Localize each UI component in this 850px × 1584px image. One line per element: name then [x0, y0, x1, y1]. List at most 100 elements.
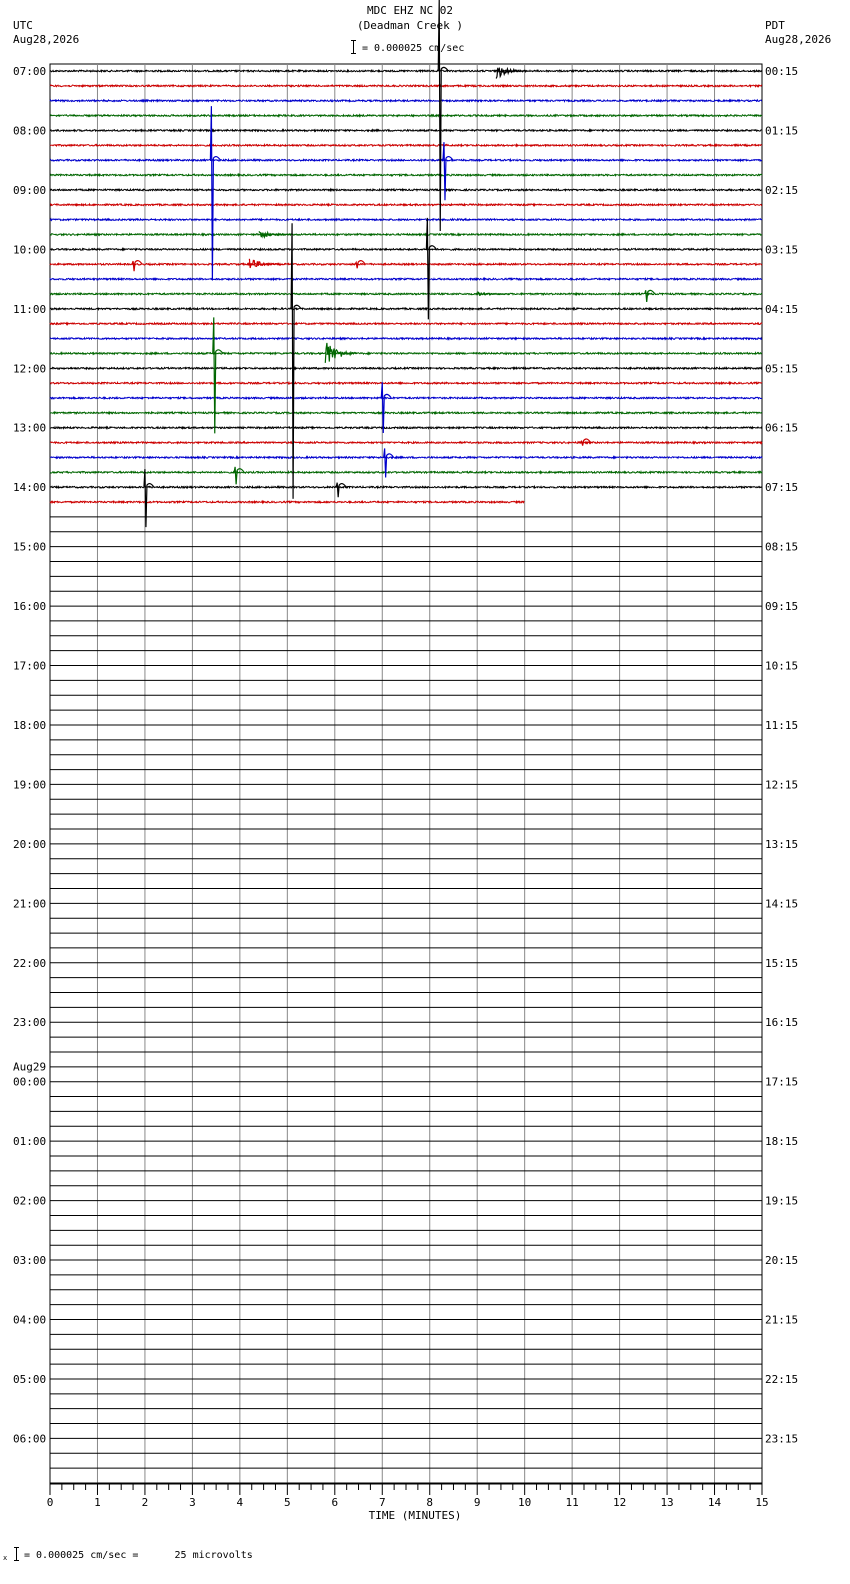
event-spike — [425, 217, 437, 320]
trace-line — [49, 113, 763, 118]
pdt-hour-label: 10:15 — [765, 660, 798, 673]
trace-line — [49, 395, 763, 401]
event-quake — [248, 258, 282, 269]
x-tick-label: 13 — [660, 1496, 673, 1509]
trace-line — [49, 217, 763, 222]
calibration-text: = 0.000025 cm/sec = 25 microvolts — [24, 1550, 253, 1561]
pdt-hour-label: 05:15 — [765, 362, 798, 375]
utc-hour-label: 06:00 — [13, 1432, 46, 1445]
trace-line — [49, 410, 763, 416]
utc-hour-label: 15:00 — [13, 541, 46, 554]
pdt-hour-label: 14:15 — [765, 897, 798, 910]
pdt-hour-label: 17:15 — [765, 1076, 798, 1089]
trace-line — [49, 380, 763, 386]
pdt-hour-label: 20:15 — [765, 1254, 798, 1267]
utc-hour-label: 03:00 — [13, 1254, 46, 1267]
x-tick-label: 4 — [237, 1496, 244, 1509]
x-tick-label: 6 — [331, 1496, 338, 1509]
x-tick-label: 3 — [189, 1496, 196, 1509]
utc-hour-label: 18:00 — [13, 719, 46, 732]
trace-line — [49, 455, 763, 460]
utc-hour-label: 13:00 — [13, 422, 46, 435]
event-spike — [442, 142, 454, 201]
trace-line — [49, 306, 763, 312]
pdt-hour-label: 15:15 — [765, 957, 798, 970]
utc-hour-label: 14:00 — [13, 481, 46, 494]
pdt-hour-label: 07:15 — [765, 481, 798, 494]
axis-labels: 07:00 08:00 09:00 10:00 11:00 12:00 13:00 14:00… — [13, 65, 798, 1509]
pdt-hour-label: 11:15 — [765, 719, 798, 732]
pdt-hour-label: 21:15 — [765, 1314, 798, 1327]
pdt-hour-label: 06:15 — [765, 422, 798, 435]
utc-hour-label: 09:00 — [13, 184, 46, 197]
x-tick-label: 11 — [566, 1496, 579, 1509]
event-spike — [143, 469, 155, 528]
pdt-hour-label: 03:15 — [765, 243, 798, 256]
utc-hour-label: 07:00 — [13, 65, 46, 78]
event-spike — [131, 260, 143, 272]
plot-frame — [49, 63, 763, 1485]
utc-hour-label: 08:00 — [13, 124, 46, 137]
pdt-hour-label: 12:15 — [765, 778, 798, 791]
utc-hour-label: 21:00 — [13, 897, 46, 910]
trace-line — [49, 321, 763, 327]
svg-text:x: x — [3, 1554, 7, 1561]
trace-line — [49, 351, 763, 356]
x-tick-label: 7 — [379, 1496, 386, 1509]
x-tick-label: 9 — [474, 1496, 481, 1509]
trace-line — [49, 469, 763, 475]
trace-line — [49, 128, 763, 133]
trace-line — [49, 291, 763, 297]
traces — [49, 0, 763, 528]
x-tick-label: 0 — [47, 1496, 54, 1509]
utc-hour-label: 01:00 — [13, 1135, 46, 1148]
trace-line — [49, 365, 763, 371]
x-tick-label: 2 — [142, 1496, 149, 1509]
utc-hour-label: 05:00 — [13, 1373, 46, 1386]
trace-line — [49, 440, 763, 445]
x-tick-label: 1 — [94, 1496, 101, 1509]
utc-hour-label: 19:00 — [13, 778, 46, 791]
pdt-hour-label: 22:15 — [765, 1373, 798, 1386]
event-spike — [644, 289, 656, 303]
event-spike — [209, 106, 221, 281]
x-axis-label: TIME (MINUTES) — [368, 1509, 462, 1522]
utc-hour-label: 10:00 — [13, 243, 46, 256]
pdt-hour-label: 23:15 — [765, 1432, 798, 1445]
grid — [49, 63, 763, 1485]
utc-hour-label: 23:00 — [13, 1016, 46, 1029]
utc-hour-label: 04:00 — [13, 1314, 46, 1327]
x-tick-label: 12 — [613, 1496, 626, 1509]
pdt-hour-label: 02:15 — [765, 184, 798, 197]
pdt-hour-label: 08:15 — [765, 541, 798, 554]
utc-hour-label: 17:00 — [13, 660, 46, 673]
trace-line — [49, 484, 763, 490]
utc-hour-label: 22:00 — [13, 957, 46, 970]
event-quake — [495, 66, 529, 79]
utc-hour-label: 16:00 — [13, 600, 46, 613]
trace-line — [49, 157, 763, 163]
trace-line — [49, 247, 763, 252]
trace-line — [49, 336, 763, 341]
pdt-hour-label: 01:15 — [765, 124, 798, 137]
event-spike — [233, 466, 245, 485]
trace-line — [49, 202, 763, 208]
x-tick-label: 10 — [518, 1496, 531, 1509]
trace-line — [49, 98, 763, 103]
seismogram-plot: 07:00 08:00 09:00 10:00 11:00 12:00 13:00 14:00… — [13, 0, 798, 1509]
trace-line — [49, 425, 763, 431]
trace-line — [49, 499, 525, 505]
x-tick-label: 15 — [755, 1496, 768, 1509]
trace-line — [49, 276, 763, 282]
pdt-hour-label: 19:15 — [765, 1195, 798, 1208]
calibration-bar-icon: x — [3, 1546, 21, 1562]
trace-line — [49, 187, 763, 193]
x-tick-label: 5 — [284, 1496, 291, 1509]
utc-hour-label: 11:00 — [13, 303, 46, 316]
pdt-hour-label: 13:15 — [765, 838, 798, 851]
pdt-hour-label: 00:15 — [765, 65, 798, 78]
x-tick-label: 14 — [708, 1496, 722, 1509]
event-spike — [380, 382, 392, 434]
pdt-hour-label: 18:15 — [765, 1135, 798, 1148]
pdt-hour-label: 04:15 — [765, 303, 798, 316]
